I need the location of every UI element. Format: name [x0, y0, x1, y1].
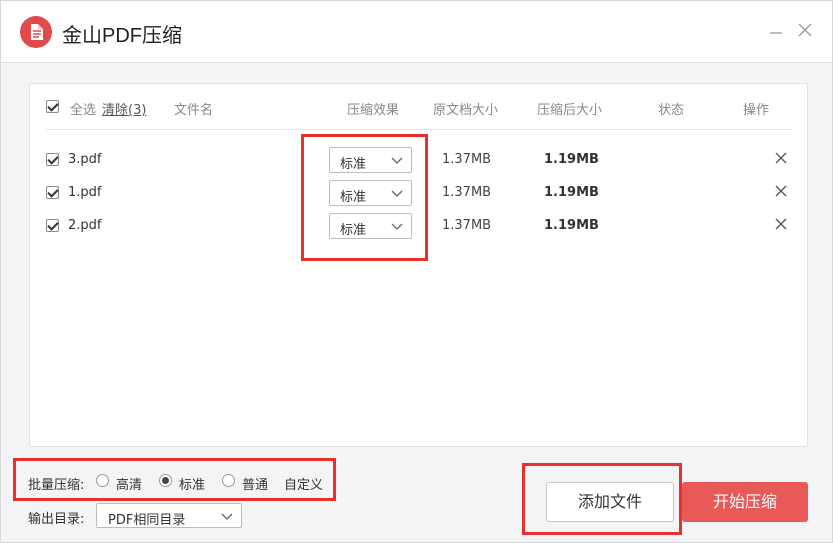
effect-value: 标准 [340, 190, 367, 205]
effect-select[interactable]: 标准 [329, 213, 412, 239]
header-effect: 压缩效果 [347, 103, 400, 118]
chevron-down-icon [391, 190, 403, 197]
custom-option[interactable]: 自定义 [284, 474, 323, 493]
header-compressed-size: 压缩后大小 [537, 103, 603, 118]
batch-label: 批量压缩: [28, 478, 85, 493]
option-high-label[interactable]: 高清 [116, 474, 142, 493]
select-all-checkbox[interactable] [46, 100, 59, 113]
effect-select[interactable]: 标准 [329, 180, 412, 206]
file-list-panel: 全选 清除(3) 文件名 压缩效果 原文档大小 压缩后大小 状态 操作 3.pd… [29, 83, 808, 447]
file-name: 1.pdf [68, 185, 102, 200]
header-action: 操作 [743, 103, 770, 118]
file-name: 3.pdf [68, 152, 102, 167]
option-standard-label[interactable]: 标准 [179, 474, 205, 493]
start-compress-button[interactable]: 开始压缩 [682, 482, 808, 522]
close-icon[interactable] [796, 21, 814, 39]
table-row: 3.pdf 标准 1.37MB 1.19MB [46, 145, 792, 175]
effect-value: 标准 [340, 157, 367, 172]
remove-file-icon[interactable] [773, 150, 789, 166]
app-title: 金山PDF压缩 [62, 25, 182, 47]
option-normal-label[interactable]: 普通 [242, 474, 268, 493]
header-status: 状态 [658, 103, 685, 118]
clear-link[interactable]: 清除(3) [102, 99, 146, 118]
original-size: 1.37MB [442, 218, 492, 233]
effect-value: 标准 [340, 223, 367, 238]
select-all-label[interactable]: 全选 [70, 99, 96, 118]
output-dir-select[interactable]: PDF相同目录 [96, 503, 242, 528]
header-original-size: 原文档大小 [433, 103, 499, 118]
effect-select[interactable]: 标准 [329, 147, 412, 173]
row-checkbox[interactable] [46, 219, 59, 232]
output-dir-label: 输出目录: [28, 512, 85, 527]
compressed-size: 1.19MB [544, 185, 599, 200]
row-checkbox[interactable] [46, 153, 59, 166]
radio-standard[interactable] [159, 474, 172, 487]
remove-file-icon[interactable] [773, 183, 789, 199]
header-filename: 文件名 [174, 103, 214, 118]
original-size: 1.37MB [442, 152, 492, 167]
output-dir-value: PDF相同目录 [108, 513, 186, 528]
chevron-down-icon [221, 513, 233, 520]
table-row: 1.pdf 标准 1.37MB 1.19MB [46, 178, 792, 208]
remove-file-icon[interactable] [773, 216, 789, 232]
file-name: 2.pdf [68, 218, 102, 233]
radio-normal[interactable] [222, 474, 235, 487]
table-row: 2.pdf 标准 1.37MB 1.19MB [46, 211, 792, 241]
row-checkbox[interactable] [46, 186, 59, 199]
minimize-icon[interactable] [767, 21, 785, 39]
original-size: 1.37MB [442, 185, 492, 200]
compressed-size: 1.19MB [544, 152, 599, 167]
table-header: 全选 清除(3) 文件名 压缩效果 原文档大小 压缩后大小 状态 操作 [46, 84, 792, 130]
title-bar: 金山PDF压缩 [1, 1, 832, 63]
radio-high[interactable] [96, 474, 109, 487]
pdf-logo-icon [20, 16, 52, 48]
add-files-button[interactable]: 添加文件 [546, 482, 674, 522]
chevron-down-icon [391, 223, 403, 230]
app-window: 金山PDF压缩 全选 清除(3) 文件名 压缩效果 原文档大小 压缩后大小 状态… [0, 0, 833, 543]
compressed-size: 1.19MB [544, 218, 599, 233]
chevron-down-icon [391, 157, 403, 164]
